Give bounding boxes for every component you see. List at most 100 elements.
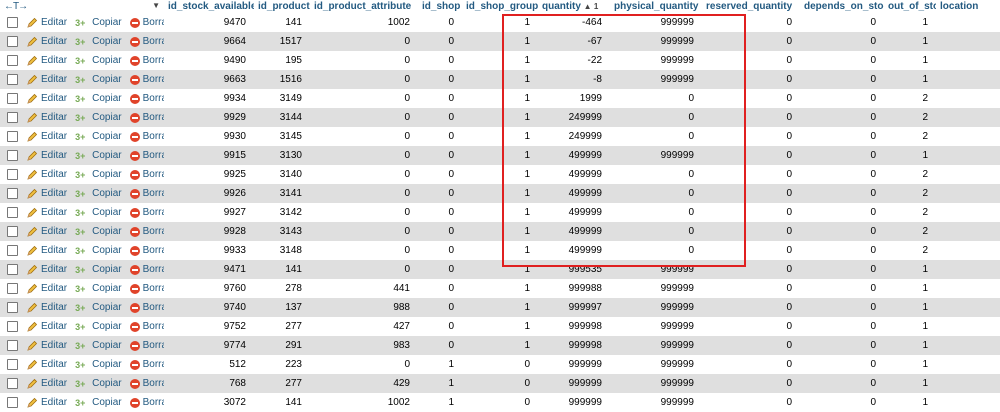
cell-quantity[interactable]: 249999 bbox=[538, 108, 610, 127]
cell-id-shop[interactable]: 0 bbox=[418, 260, 462, 279]
cell-physical-quantity[interactable]: 0 bbox=[610, 165, 702, 184]
cell-quantity[interactable]: 499999 bbox=[538, 184, 610, 203]
cell-out-of-stock[interactable]: 2 bbox=[884, 203, 936, 222]
cell-id-product-attribute[interactable]: 1002 bbox=[310, 393, 418, 412]
cell-id-shop[interactable]: 0 bbox=[418, 336, 462, 355]
cell-location[interactable] bbox=[936, 51, 1000, 70]
cell-id-product[interactable]: 195 bbox=[254, 51, 310, 70]
cell-id-stock-available[interactable]: 9930 bbox=[164, 127, 254, 146]
cell-reserved-quantity[interactable]: 0 bbox=[702, 51, 800, 70]
cell-id-shop[interactable]: 0 bbox=[418, 279, 462, 298]
copy-button[interactable]: 3+ Copiar bbox=[75, 169, 121, 180]
cell-physical-quantity[interactable]: 999999 bbox=[610, 298, 702, 317]
cell-id-shop-group[interactable]: 1 bbox=[462, 260, 538, 279]
row-checkbox[interactable] bbox=[7, 282, 18, 294]
row-checkbox[interactable] bbox=[7, 149, 18, 161]
cell-id-shop-group[interactable]: 1 bbox=[462, 336, 538, 355]
cell-id-product[interactable]: 3144 bbox=[254, 108, 310, 127]
cell-location[interactable] bbox=[936, 165, 1000, 184]
delete-label[interactable]: Borrar bbox=[143, 340, 164, 351]
copy-label[interactable]: Copiar bbox=[92, 55, 121, 66]
edit-button[interactable]: Editar bbox=[26, 302, 67, 314]
cell-depends-on-stock[interactable]: 0 bbox=[800, 241, 884, 260]
cell-out-of-stock[interactable]: 1 bbox=[884, 374, 936, 393]
cell-quantity[interactable]: 999988 bbox=[538, 279, 610, 298]
cell-depends-on-stock[interactable]: 0 bbox=[800, 298, 884, 317]
edit-label[interactable]: Editar bbox=[41, 340, 67, 351]
cell-id-stock-available[interactable]: 9760 bbox=[164, 279, 254, 298]
edit-label[interactable]: Editar bbox=[41, 17, 67, 28]
row-checkbox[interactable] bbox=[7, 54, 18, 66]
cell-out-of-stock[interactable]: 2 bbox=[884, 184, 936, 203]
col-header-reserved-quantity[interactable]: reserved_quantity bbox=[702, 0, 800, 13]
copy-label[interactable]: Copiar bbox=[92, 283, 121, 294]
cell-physical-quantity[interactable]: 999999 bbox=[610, 336, 702, 355]
cell-depends-on-stock[interactable]: 0 bbox=[800, 184, 884, 203]
cell-physical-quantity[interactable]: 0 bbox=[610, 89, 702, 108]
edit-label[interactable]: Editar bbox=[41, 188, 67, 199]
copy-label[interactable]: Copiar bbox=[92, 17, 121, 28]
cell-quantity[interactable]: -67 bbox=[538, 32, 610, 51]
delete-button[interactable]: Borrar bbox=[129, 55, 164, 66]
cell-physical-quantity[interactable]: 0 bbox=[610, 222, 702, 241]
cell-depends-on-stock[interactable]: 0 bbox=[800, 108, 884, 127]
cell-id-stock-available[interactable]: 9928 bbox=[164, 222, 254, 241]
cell-out-of-stock[interactable]: 2 bbox=[884, 108, 936, 127]
edit-label[interactable]: Editar bbox=[41, 55, 67, 66]
delete-button[interactable]: Borrar bbox=[129, 245, 164, 256]
cell-physical-quantity[interactable]: 999999 bbox=[610, 70, 702, 89]
edit-button[interactable]: Editar bbox=[26, 226, 67, 238]
cell-id-stock-available[interactable]: 9470 bbox=[164, 13, 254, 32]
delete-button[interactable]: Borrar bbox=[129, 378, 164, 389]
edit-button[interactable]: Editar bbox=[26, 169, 67, 181]
cell-reserved-quantity[interactable]: 0 bbox=[702, 13, 800, 32]
cell-id-stock-available[interactable]: 9926 bbox=[164, 184, 254, 203]
cell-physical-quantity[interactable]: 999999 bbox=[610, 260, 702, 279]
cell-id-stock-available[interactable]: 9925 bbox=[164, 165, 254, 184]
cell-id-shop[interactable]: 0 bbox=[418, 89, 462, 108]
col-header-out-of-stock[interactable]: out_of_stock bbox=[884, 0, 936, 13]
cell-out-of-stock[interactable]: 1 bbox=[884, 146, 936, 165]
delete-label[interactable]: Borrar bbox=[143, 93, 164, 104]
cell-out-of-stock[interactable]: 1 bbox=[884, 70, 936, 89]
cell-out-of-stock[interactable]: 1 bbox=[884, 393, 936, 412]
row-checkbox[interactable] bbox=[7, 130, 18, 142]
cell-id-stock-available[interactable]: 9933 bbox=[164, 241, 254, 260]
copy-label[interactable]: Copiar bbox=[92, 150, 121, 161]
cell-out-of-stock[interactable]: 1 bbox=[884, 317, 936, 336]
cell-physical-quantity[interactable]: 999999 bbox=[610, 393, 702, 412]
cell-quantity[interactable]: -464 bbox=[538, 13, 610, 32]
cell-id-shop[interactable]: 0 bbox=[418, 13, 462, 32]
cell-id-product-attribute[interactable]: 0 bbox=[310, 32, 418, 51]
delete-label[interactable]: Borrar bbox=[143, 112, 164, 123]
cell-id-stock-available[interactable]: 9915 bbox=[164, 146, 254, 165]
cell-reserved-quantity[interactable]: 0 bbox=[702, 184, 800, 203]
cell-id-shop[interactable]: 0 bbox=[418, 184, 462, 203]
cell-depends-on-stock[interactable]: 0 bbox=[800, 146, 884, 165]
row-checkbox[interactable] bbox=[7, 111, 18, 123]
cell-id-shop-group[interactable]: 1 bbox=[462, 298, 538, 317]
cell-id-product-attribute[interactable]: 1002 bbox=[310, 13, 418, 32]
edit-button[interactable]: Editar bbox=[26, 340, 67, 352]
delete-label[interactable]: Borrar bbox=[143, 321, 164, 332]
copy-button[interactable]: 3+ Copiar bbox=[75, 302, 121, 313]
cell-depends-on-stock[interactable]: 0 bbox=[800, 127, 884, 146]
cell-id-product[interactable]: 277 bbox=[254, 317, 310, 336]
cell-location[interactable] bbox=[936, 32, 1000, 51]
cell-location[interactable] bbox=[936, 108, 1000, 127]
cell-id-stock-available[interactable]: 9664 bbox=[164, 32, 254, 51]
cell-id-stock-available[interactable]: 9929 bbox=[164, 108, 254, 127]
cell-id-shop-group[interactable]: 1 bbox=[462, 70, 538, 89]
copy-button[interactable]: 3+ Copiar bbox=[75, 378, 121, 389]
cell-id-product[interactable]: 278 bbox=[254, 279, 310, 298]
cell-id-shop[interactable]: 0 bbox=[418, 298, 462, 317]
cell-id-product-attribute[interactable]: 988 bbox=[310, 298, 418, 317]
cell-id-stock-available[interactable]: 9740 bbox=[164, 298, 254, 317]
cell-id-stock-available[interactable]: 9490 bbox=[164, 51, 254, 70]
cell-id-product[interactable]: 3149 bbox=[254, 89, 310, 108]
edit-label[interactable]: Editar bbox=[41, 359, 67, 370]
cell-out-of-stock[interactable]: 1 bbox=[884, 298, 936, 317]
cell-quantity[interactable]: 999998 bbox=[538, 336, 610, 355]
delete-label[interactable]: Borrar bbox=[143, 169, 164, 180]
cell-depends-on-stock[interactable]: 0 bbox=[800, 317, 884, 336]
